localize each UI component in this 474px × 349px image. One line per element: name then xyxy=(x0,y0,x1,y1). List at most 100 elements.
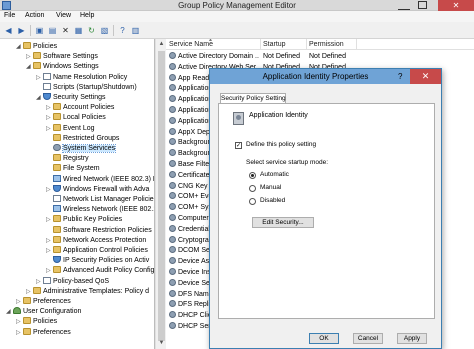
define-policy-checkbox[interactable]: ✓ xyxy=(235,142,242,149)
expand-toggle-icon[interactable]: ▷ xyxy=(46,103,53,113)
delete-icon[interactable]: ✕ xyxy=(60,25,71,36)
radio-automatic[interactable] xyxy=(249,172,256,179)
expand-toggle-icon[interactable]: ▷ xyxy=(16,317,23,327)
tree-item[interactable]: ▷ Advanced Audit Policy Config xyxy=(46,266,154,276)
tree-item[interactable]: Software Restriction Policies xyxy=(46,225,152,236)
tree-item[interactable]: ▷ Windows Firewall with Adva xyxy=(46,184,149,195)
menu-action[interactable]: Action xyxy=(25,12,44,19)
tree-item[interactable]: IP Security Policies on Activ xyxy=(46,256,149,266)
expand-toggle-icon[interactable]: ▷ xyxy=(46,185,53,195)
expand-toggle-icon[interactable]: ▷ xyxy=(16,328,23,338)
scroll-thumb[interactable] xyxy=(158,51,165,341)
up-folder-icon[interactable]: ▣ xyxy=(34,25,45,36)
tree-item[interactable]: ▷ Event Log xyxy=(46,123,95,134)
expand-toggle-icon[interactable]: ▷ xyxy=(26,287,33,297)
properties-icon[interactable]: ▦ xyxy=(73,25,84,36)
expand-toggle-icon[interactable]: ▷ xyxy=(36,277,43,287)
tree-item[interactable]: ◢ User Configuration xyxy=(6,307,81,317)
tree-item[interactable]: Wireless Network (IEEE 802.1 xyxy=(46,205,154,215)
expand-toggle-icon[interactable]: ▷ xyxy=(16,297,23,307)
tree-item[interactable]: Registry xyxy=(46,154,89,164)
cancel-button[interactable]: Cancel xyxy=(353,333,383,344)
tree-item[interactable]: System Services xyxy=(46,144,117,154)
expand-toggle-icon[interactable]: ▷ xyxy=(26,52,33,62)
export-list-icon[interactable]: ▧ xyxy=(99,25,110,36)
radio-manual[interactable] xyxy=(249,185,256,192)
scroll-up-icon[interactable]: ▲ xyxy=(157,40,166,49)
expand-toggle-icon[interactable]: ▷ xyxy=(46,215,53,225)
expand-toggle-icon[interactable]: ▷ xyxy=(46,113,53,123)
expand-toggle-icon[interactable]: ◢ xyxy=(16,42,23,52)
column-permission[interactable]: Permission xyxy=(309,41,344,48)
tree-item[interactable]: Restricted Groups xyxy=(46,133,120,144)
service-name: Credential xyxy=(178,225,210,233)
tree-item[interactable]: ▷ Public Key Policies xyxy=(46,215,122,225)
back-icon[interactable]: ◀ xyxy=(3,25,14,36)
apply-button[interactable]: Apply xyxy=(397,333,427,344)
service-gear-icon xyxy=(169,311,176,319)
list-header: Service Name ▲ Startup Permission xyxy=(166,39,474,50)
expand-toggle-icon[interactable]: ◢ xyxy=(6,307,13,317)
tree-item[interactable]: ▷ Application Control Policies xyxy=(46,246,148,256)
help-icon[interactable]: ? xyxy=(117,25,128,36)
tree-item[interactable]: ▷ Policies xyxy=(16,317,57,327)
properties-dialog: Application Identity Properties ? ✕ Secu… xyxy=(209,68,442,349)
maximize-button[interactable] xyxy=(418,1,427,9)
tree-item[interactable]: ▷ Local Policies xyxy=(46,113,106,123)
expand-toggle-icon[interactable]: ▷ xyxy=(46,124,53,134)
service-name: Application xyxy=(178,85,213,93)
radio-disabled-label[interactable]: Disabled xyxy=(260,197,285,204)
define-policy-label[interactable]: Define this policy setting xyxy=(246,141,316,148)
column-startup[interactable]: Startup xyxy=(263,41,286,48)
menu-view[interactable]: View xyxy=(56,12,71,19)
expand-toggle-icon[interactable]: ▷ xyxy=(46,246,53,256)
scroll-down-icon[interactable]: ▼ xyxy=(157,339,166,348)
tree-item[interactable]: File System xyxy=(46,164,100,174)
tree-item[interactable]: ▷ Software Settings xyxy=(26,52,98,62)
table-row[interactable]: Active Directory Domain ... Not Defined No… xyxy=(166,52,474,62)
tree-scrollbar[interactable]: ▲ ▼ xyxy=(155,39,166,349)
tree-item[interactable]: Scripts (Startup/Shutdown) xyxy=(36,82,137,93)
folder-icon xyxy=(33,62,41,70)
radio-automatic-label[interactable]: Automatic xyxy=(260,171,289,178)
tree-item[interactable]: ▷ Policy-based QoS xyxy=(36,276,110,287)
tree-item-label: Administrative Templates: Policy d xyxy=(43,287,150,295)
edit-security-button[interactable]: Edit Security... xyxy=(252,217,314,228)
dialog-help-button[interactable]: ? xyxy=(398,72,406,81)
menu-file[interactable]: File xyxy=(4,12,15,19)
tree-item[interactable]: ▷ Name Resolution Policy xyxy=(36,72,127,83)
ok-button[interactable]: OK xyxy=(309,333,339,344)
tree-item[interactable]: ◢ Security Settings xyxy=(36,93,106,103)
radio-disabled[interactable] xyxy=(249,198,256,205)
tree-item[interactable]: Wired Network (IEEE 802.3) P xyxy=(46,174,154,185)
tree-item[interactable]: ▷ Account Policies xyxy=(46,103,114,113)
expand-toggle-icon[interactable]: ▷ xyxy=(36,73,43,83)
expand-toggle-icon[interactable]: ▷ xyxy=(46,266,53,276)
radio-manual-label[interactable]: Manual xyxy=(260,184,281,191)
refresh-icon[interactable]: ↻ xyxy=(86,25,97,36)
dialog-close-button[interactable]: ✕ xyxy=(410,69,441,84)
tree-item[interactable]: Network List Manager Policie xyxy=(46,195,154,205)
tree-item[interactable]: ▷ Preferences xyxy=(16,297,71,307)
column-service-name[interactable]: Service Name xyxy=(169,41,213,48)
close-button[interactable]: ✕ xyxy=(438,0,474,11)
tree-item[interactable]: ▷ Preferences xyxy=(16,327,71,338)
tree-item[interactable]: ◢ Policies xyxy=(16,42,57,52)
expand-toggle-icon[interactable]: ◢ xyxy=(36,93,43,103)
view-icon[interactable]: ▥ xyxy=(130,25,141,36)
service-name: Application xyxy=(178,117,213,125)
tree-item[interactable]: ▷ Network Access Protection xyxy=(46,235,146,246)
show-hide-tree-icon[interactable]: ▤ xyxy=(47,25,58,36)
folder-icon xyxy=(23,327,31,335)
user-icon xyxy=(13,307,21,315)
minimize-button[interactable] xyxy=(398,2,410,10)
forward-icon[interactable]: ▶ xyxy=(16,25,27,36)
tree-item[interactable]: ◢ Windows Settings xyxy=(26,62,99,72)
dialog-title-bar[interactable]: Application Identity Properties ? ✕ xyxy=(210,69,441,84)
expand-toggle-icon[interactable]: ◢ xyxy=(26,62,33,72)
expand-toggle-icon[interactable]: ▷ xyxy=(46,236,53,246)
tree-item-label: Restricted Groups xyxy=(63,134,120,142)
tree-item-label: Policy-based QoS xyxy=(53,277,110,285)
menu-help[interactable]: Help xyxy=(80,12,94,19)
tree-item[interactable]: ▷ Administrative Templates: Policy d xyxy=(26,286,150,297)
